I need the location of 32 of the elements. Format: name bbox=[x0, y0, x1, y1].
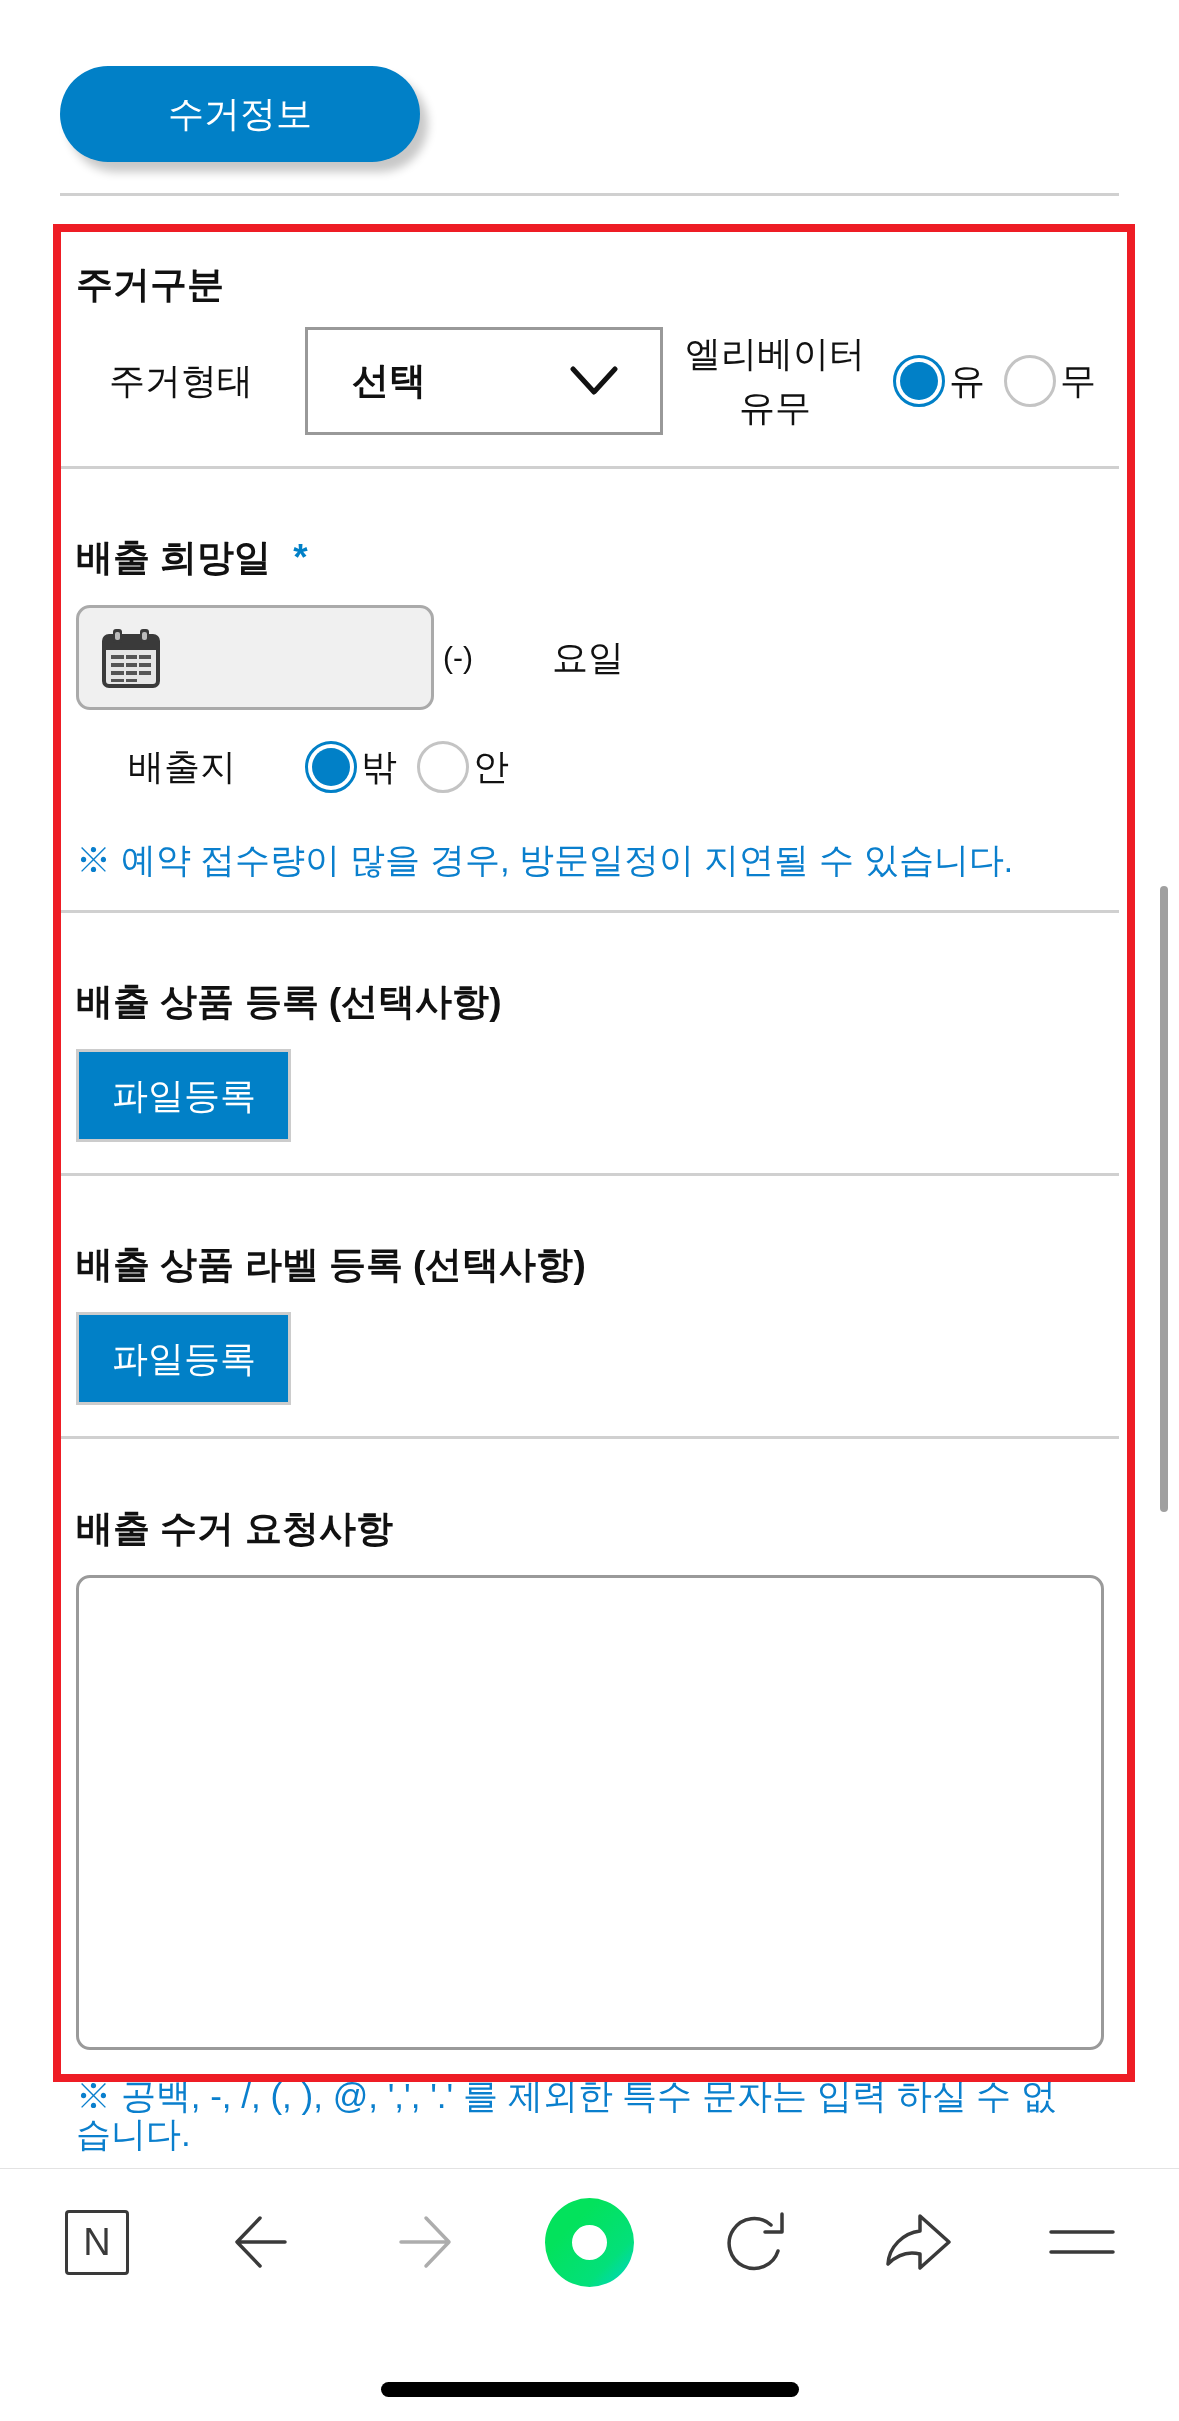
file-upload-button[interactable]: 파일등록 bbox=[76, 1312, 291, 1405]
notice-text: ※ 공백, -, /, (, ), @, ',', '.' 를 제외한 특수 문자는 입력 하실 수 없습니다. bbox=[76, 2077, 1058, 2153]
weekday-value: (-) bbox=[443, 640, 473, 676]
radio-label: 무 bbox=[1060, 359, 1096, 403]
required-mark: * bbox=[293, 536, 308, 580]
radio-button[interactable] bbox=[417, 741, 469, 793]
radio-button[interactable] bbox=[305, 741, 357, 793]
section-title: 배출 상품 등록 (선택사항) bbox=[76, 980, 503, 1024]
field-label: 엘리베이터 유무 bbox=[684, 332, 866, 430]
weekday-label: 요일 bbox=[552, 635, 624, 680]
radio-button[interactable] bbox=[1004, 355, 1056, 407]
section-title: 배출 수거 요청사항 bbox=[76, 1507, 394, 1551]
date-field[interactable] bbox=[76, 605, 434, 710]
section-title: 주거구분 bbox=[76, 263, 225, 307]
file-upload-button[interactable]: 파일등록 bbox=[76, 1049, 291, 1142]
chevron-down-icon bbox=[570, 366, 618, 396]
field-label: 주거형태 bbox=[109, 360, 253, 401]
radio-label: 유 bbox=[949, 359, 985, 403]
menu-icon[interactable] bbox=[1048, 2229, 1115, 2255]
home-logo-button[interactable]: N bbox=[65, 2209, 130, 2275]
field-label: 배출지 bbox=[128, 746, 236, 787]
calendar-icon bbox=[102, 627, 160, 688]
radio-button[interactable] bbox=[893, 355, 945, 407]
dropdown-select[interactable]: 선택 bbox=[305, 327, 663, 435]
section-tab-button[interactable]: 수거정보 bbox=[60, 66, 420, 162]
back-arrow-icon[interactable] bbox=[234, 2215, 289, 2269]
radio-label: 밖 bbox=[361, 745, 397, 789]
section-title: 배출 상품 라벨 등록 (선택사항) bbox=[76, 1243, 587, 1287]
share-icon[interactable] bbox=[883, 2214, 952, 2270]
radio-label: 안 bbox=[473, 745, 509, 789]
notice-text: ※ 예약 접수량이 많을 경우, 방문일정이 지연될 수 있습니다. bbox=[76, 839, 1015, 881]
section-title: 배출 희망일 bbox=[76, 536, 272, 580]
